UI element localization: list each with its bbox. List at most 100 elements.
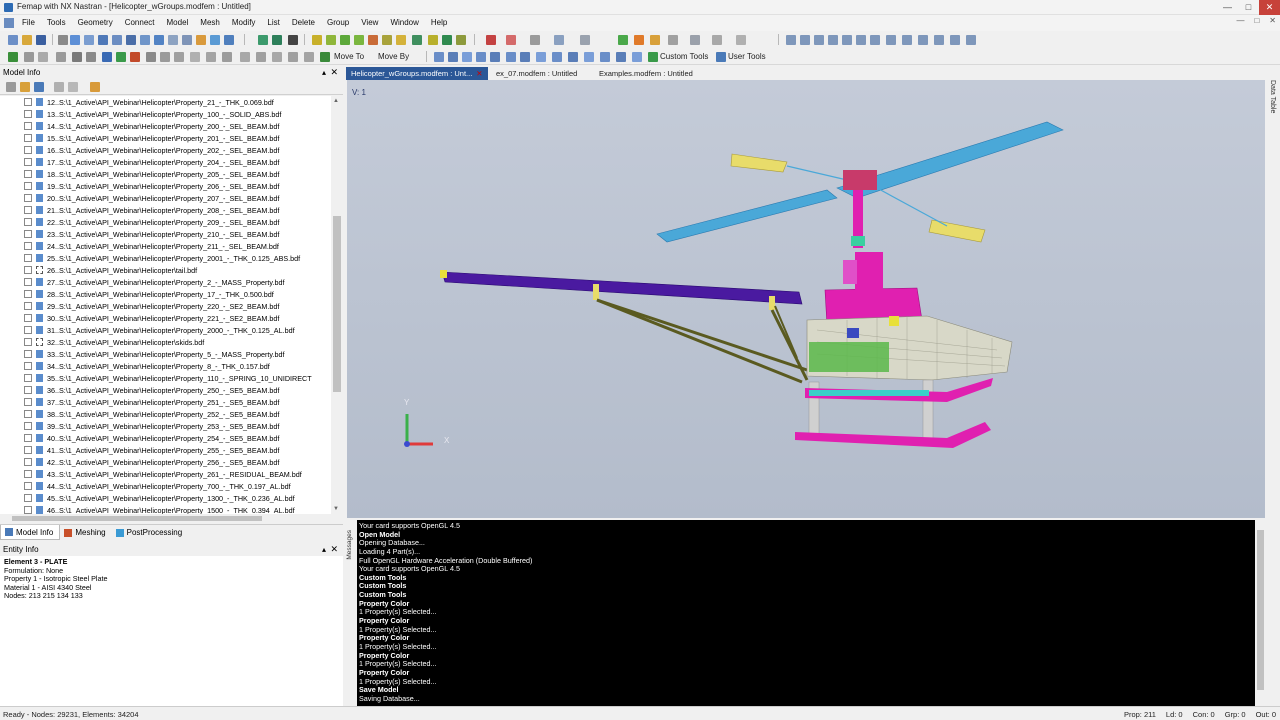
- group-icon[interactable]: [190, 52, 200, 62]
- view-iso-icon[interactable]: [934, 35, 944, 45]
- property-icon[interactable]: [146, 52, 156, 62]
- tab-model-info[interactable]: Model Info: [0, 525, 61, 540]
- analysis-icon[interactable]: [530, 35, 540, 45]
- tree-item-checkbox[interactable]: [24, 410, 32, 418]
- tree-item-checkbox[interactable]: [24, 278, 32, 286]
- move-to-icon[interactable]: [320, 52, 330, 62]
- save-icon[interactable]: [36, 35, 46, 45]
- analysis-set-icon[interactable]: [288, 52, 298, 62]
- tab-meshing[interactable]: Meshing: [60, 525, 111, 540]
- mdi-minimize-button[interactable]: —: [1236, 16, 1244, 25]
- freebody-icon[interactable]: [304, 52, 314, 62]
- pin-icon[interactable]: ▴: [322, 545, 326, 554]
- aero-icon[interactable]: [272, 52, 282, 62]
- tree-item-checkbox[interactable]: [24, 302, 32, 310]
- tree-refresh-icon[interactable]: [34, 82, 44, 92]
- translate-icon[interactable]: [552, 52, 562, 62]
- close-tab-icon[interactable]: ✕: [476, 69, 482, 78]
- tree-item-checkbox[interactable]: [24, 446, 32, 454]
- scale-icon[interactable]: [490, 52, 500, 62]
- messages-scroll-thumb[interactable]: [1257, 530, 1264, 690]
- mdi-restore-button[interactable]: □: [1254, 16, 1259, 25]
- geometry-solid-icon[interactable]: [288, 35, 298, 45]
- menu-modify[interactable]: Modify: [226, 15, 262, 31]
- tree-item-checkbox[interactable]: [24, 242, 32, 250]
- panel-bottom-icon[interactable]: [828, 35, 838, 45]
- menu-window[interactable]: Window: [384, 15, 424, 31]
- tree-item-checkbox[interactable]: [24, 398, 32, 406]
- tree-edit-icon[interactable]: [90, 82, 100, 92]
- tree-item-checkbox[interactable]: [24, 146, 32, 154]
- document-icon[interactable]: [4, 18, 14, 28]
- geometry-curve-icon[interactable]: [272, 35, 282, 45]
- tree-item[interactable]: 39..S:\1_Active\API_Webinar\Helicopter\P…: [24, 421, 331, 433]
- paste-icon[interactable]: [38, 52, 48, 62]
- tree-item[interactable]: 17..S:\1_Active\API_Webinar\Helicopter\P…: [24, 157, 331, 169]
- extrude-icon[interactable]: [616, 52, 626, 62]
- scroll-up-icon[interactable]: ▲: [333, 98, 339, 104]
- menu-file[interactable]: File: [16, 15, 41, 31]
- tree-options-icon[interactable]: [6, 82, 16, 92]
- mesh-remesh-icon[interactable]: [396, 35, 406, 45]
- tree-item-checkbox[interactable]: [24, 266, 32, 274]
- user-tools-icon[interactable]: [716, 52, 726, 62]
- select-toolbar-icon[interactable]: [618, 35, 628, 45]
- reflect-icon[interactable]: [520, 52, 530, 62]
- tree-item-checkbox[interactable]: [24, 290, 32, 298]
- layers-icon[interactable]: [712, 35, 722, 45]
- view-top-icon[interactable]: [902, 35, 912, 45]
- tree-item[interactable]: 36..S:\1_Active\API_Webinar\Helicopter\P…: [24, 385, 331, 397]
- tree-folder-icon[interactable]: [20, 82, 30, 92]
- menu-help[interactable]: Help: [425, 15, 453, 31]
- menu-tools[interactable]: Tools: [41, 15, 72, 31]
- view-zoom-icon[interactable]: [112, 35, 122, 45]
- tree-item[interactable]: 45..S:\1_Active\API_Webinar\Helicopter\P…: [24, 493, 331, 505]
- tree-item-checkbox[interactable]: [24, 506, 32, 514]
- tree-item[interactable]: 46..S:\1_Active\API_Webinar\Helicopter\P…: [24, 505, 331, 514]
- tree-item[interactable]: 19..S:\1_Active\API_Webinar\Helicopter\P…: [24, 181, 331, 193]
- tree-item-checkbox[interactable]: [24, 206, 32, 214]
- material-icon[interactable]: [130, 52, 140, 62]
- radial-icon[interactable]: [506, 52, 516, 62]
- tree-item-checkbox[interactable]: [24, 122, 32, 130]
- revolve-icon[interactable]: [632, 52, 642, 62]
- entity-select-icon[interactable]: [196, 35, 206, 45]
- tree-item[interactable]: 35..S:\1_Active\API_Webinar\Helicopter\P…: [24, 373, 331, 385]
- mdi-close-button[interactable]: ✕: [1269, 16, 1276, 25]
- user-tools-button[interactable]: User Tools: [728, 52, 766, 61]
- measure-icon[interactable]: [668, 35, 678, 45]
- view-rotate-icon[interactable]: [84, 35, 94, 45]
- panel-right-icon[interactable]: [800, 35, 810, 45]
- hscroll-thumb[interactable]: [12, 516, 262, 521]
- tree-item-checkbox[interactable]: [24, 314, 32, 322]
- menu-model[interactable]: Model: [161, 15, 195, 31]
- workplane-snap-icon[interactable]: [448, 52, 458, 62]
- tree-item-checkbox[interactable]: [24, 194, 32, 202]
- generate-icon[interactable]: [600, 52, 610, 62]
- tree-item-checkbox[interactable]: [24, 494, 32, 502]
- tree-item-checkbox[interactable]: [24, 482, 32, 490]
- tree-item[interactable]: 16..S:\1_Active\API_Webinar\Helicopter\P…: [24, 145, 331, 157]
- messages-scrollbar[interactable]: [1255, 520, 1266, 706]
- view-trimetric-icon[interactable]: [966, 35, 976, 45]
- tile-icon[interactable]: [842, 35, 852, 45]
- tree-item[interactable]: 28..S:\1_Active\API_Webinar\Helicopter\P…: [24, 289, 331, 301]
- menu-view[interactable]: View: [355, 15, 384, 31]
- view-back-icon[interactable]: [886, 35, 896, 45]
- clip-icon[interactable]: [736, 35, 746, 45]
- output-icon[interactable]: [240, 52, 250, 62]
- custom-tools-icon[interactable]: [648, 52, 658, 62]
- mesh-edit-icon[interactable]: [428, 35, 438, 45]
- element-icon[interactable]: [116, 52, 126, 62]
- view-layout-icon[interactable]: [168, 35, 178, 45]
- mesh-surface-icon[interactable]: [354, 35, 364, 45]
- panel-close-icon[interactable]: ✕: [330, 67, 338, 78]
- tree-item-checkbox[interactable]: [24, 326, 32, 334]
- tree-item-checkbox[interactable]: [24, 230, 32, 238]
- tree-item[interactable]: 13..S:\1_Active\API_Webinar\Helicopter\P…: [24, 109, 331, 121]
- close-button[interactable]: ✕: [1259, 0, 1280, 15]
- tree-item[interactable]: 33..S:\1_Active\API_Webinar\Helicopter\P…: [24, 349, 331, 361]
- model-info-scrollbar[interactable]: ▲ ▼: [331, 96, 343, 514]
- mesh-element-icon[interactable]: [326, 35, 336, 45]
- scroll-down-icon[interactable]: ▼: [333, 506, 339, 512]
